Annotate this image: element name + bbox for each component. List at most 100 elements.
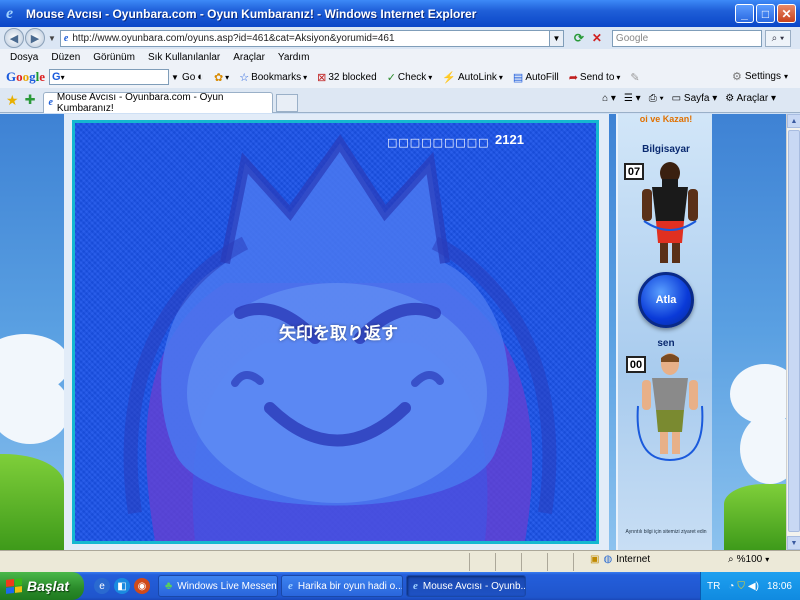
tray-icons: ◔ ⛉ ◀) bbox=[728, 581, 759, 592]
page-content: □□□□□□□□□ 2121 矢印を取り返す oi ve Kazan! Bilg… bbox=[0, 114, 786, 550]
menu-gorunum[interactable]: Görünüm bbox=[93, 52, 135, 63]
ie-quicklaunch-icon[interactable]: e bbox=[94, 578, 110, 594]
media-quicklaunch-icon[interactable]: ◉ bbox=[134, 578, 150, 594]
wrench-icon: ⚙ bbox=[731, 71, 742, 83]
bookmarks-button[interactable]: ☆ Bookmarks ▾ bbox=[239, 71, 307, 84]
windows-logo-icon bbox=[6, 578, 22, 594]
language-indicator[interactable]: TR bbox=[707, 581, 720, 592]
google-go-button[interactable]: Go ◐ bbox=[182, 71, 204, 83]
stop-icon: ✕ bbox=[591, 31, 602, 45]
toolbar-options-button[interactable]: ✿ ▾ bbox=[214, 71, 229, 84]
url-dropdown-icon[interactable]: ▼ bbox=[549, 29, 564, 47]
vertical-scrollbar[interactable]: ▲ ▼ bbox=[786, 114, 800, 550]
google-settings-button[interactable]: ⚙ Settings ▾ bbox=[732, 70, 788, 83]
send-to-button[interactable]: ➦ Send to ▾ bbox=[569, 71, 621, 84]
forward-button[interactable]: ▶ bbox=[25, 28, 45, 48]
google-logo: Google bbox=[6, 69, 46, 84]
globe-icon: ◍ bbox=[603, 554, 613, 565]
history-dropdown-icon[interactable]: ▼ bbox=[48, 34, 56, 43]
page-icon: e bbox=[63, 32, 69, 44]
task-mouse-avcisi[interactable]: e Mouse Avcısı - Oyunb... bbox=[406, 575, 526, 597]
security-zone[interactable]: ▣ ◍ Internet bbox=[590, 554, 650, 565]
grass-decoration bbox=[724, 484, 786, 550]
menu-favorites[interactable]: Sık Kullanılanlar bbox=[148, 52, 220, 63]
task-windows-live-messenger[interactable]: ♣ Windows Live Messen... bbox=[158, 575, 278, 597]
task-label: Mouse Avcısı - Oyunb... bbox=[422, 580, 526, 592]
clock: 18:06 bbox=[766, 580, 792, 592]
maximize-button[interactable]: □ bbox=[756, 4, 775, 23]
scroll-up-arrow-icon[interactable]: ▲ bbox=[787, 114, 800, 128]
jump-button[interactable]: Atla bbox=[638, 272, 694, 328]
url-input[interactable]: e http://www.oyunbara.com/oyuns.asp?id=4… bbox=[59, 29, 550, 47]
url-text: http://www.oyunbara.com/oyuns.asp?id=461… bbox=[72, 32, 395, 44]
autolink-button[interactable]: ⚡ AutoLink ▾ bbox=[442, 71, 503, 84]
search-go-button[interactable]: ⌕ ▾ bbox=[764, 29, 791, 47]
side-panel: oi ve Kazan! Bilgisayar 07 Atla sen 00 A… bbox=[616, 114, 712, 550]
messenger-icon: ♣ bbox=[165, 580, 173, 592]
autofill-button[interactable]: ▤ AutoFill bbox=[513, 71, 559, 84]
popup-blocker-button[interactable]: ⊠ 32 blocked bbox=[317, 71, 377, 84]
feeds-icon[interactable]: ☰ ▾ bbox=[624, 93, 641, 104]
window-titlebar[interactable]: e Mouse Avcısı - Oyunbara.com - Oyun Kum… bbox=[0, 0, 800, 27]
favorites-star-icon[interactable]: ★ bbox=[6, 92, 19, 109]
player-label: sen bbox=[657, 338, 675, 349]
add-favorites-icon[interactable]: ✚ bbox=[25, 92, 36, 108]
scrollbar-thumb[interactable] bbox=[788, 130, 800, 532]
window-title: Mouse Avcısı - Oyunbara.com - Oyun Kumba… bbox=[26, 6, 477, 21]
window-controls: _ □ ✕ bbox=[735, 4, 796, 23]
new-tab-button[interactable] bbox=[276, 94, 299, 112]
volume-icon[interactable]: ◀) bbox=[748, 581, 759, 592]
refresh-button[interactable]: ⟳ bbox=[570, 30, 588, 47]
highlighter-icon[interactable]: ✎ bbox=[630, 71, 639, 84]
computer-label: Bilgisayar bbox=[642, 144, 690, 155]
side-footer-text: Ayrıntılı bilgi için sitemizi ziyaret ed… bbox=[625, 529, 707, 535]
system-tray: TR ◔ ⛉ ◀) 18:06 bbox=[700, 572, 800, 600]
tab-mouse-avcisi[interactable]: e Mouse Avcısı - Oyunbara.com - Oyun Kum… bbox=[43, 91, 274, 114]
start-label: Başlat bbox=[27, 578, 70, 594]
zoom-control[interactable]: ⌕ %100 ▾ bbox=[728, 554, 769, 565]
menu-araclar[interactable]: Araçlar bbox=[233, 52, 265, 63]
send-icon: ➦ bbox=[568, 71, 578, 84]
game-message: 矢印を取り返す bbox=[279, 324, 398, 344]
start-button[interactable]: Başlat bbox=[0, 572, 84, 600]
game-canvas[interactable]: □□□□□□□□□ 2121 矢印を取り返す bbox=[72, 120, 599, 544]
page-menu-button[interactable]: ▭ Sayfa ▾ bbox=[672, 93, 718, 104]
tools-menu-button[interactable]: ⚙ Araçlar ▾ bbox=[725, 93, 776, 104]
google-search-input[interactable]: G ▾ bbox=[49, 69, 170, 85]
stop-button[interactable]: ✕ bbox=[588, 30, 606, 47]
google-g-icon: G bbox=[52, 71, 61, 83]
tabs-bar: ★ ✚ e Mouse Avcısı - Oyunbara.com - Oyun… bbox=[0, 88, 800, 114]
menu-bar: Dosya Düzen Görünüm Sık Kullanılanlar Ar… bbox=[0, 49, 800, 66]
home-icon[interactable]: ⌂ ▾ bbox=[602, 93, 616, 104]
ie-task-icon: e bbox=[288, 580, 293, 592]
search-input[interactable]: Google bbox=[611, 29, 762, 47]
autolink-icon: ⚡ bbox=[442, 71, 456, 84]
autofill-icon: ▤ bbox=[512, 71, 524, 84]
go-arrow-icon: ◐ bbox=[197, 71, 204, 83]
score-value: 2121 bbox=[495, 132, 524, 147]
network-icon[interactable]: ◔ bbox=[728, 581, 734, 592]
score-placeholder: □□□□□□□□□ bbox=[387, 136, 490, 149]
security-shield-icon[interactable]: ⛉ bbox=[737, 581, 745, 592]
print-icon[interactable]: ⎙ ▾ bbox=[649, 93, 664, 104]
google-search-dropdown-icon[interactable]: ▼ bbox=[171, 73, 179, 82]
zoom-dropdown-icon: ▾ bbox=[765, 555, 770, 564]
tab-page-icon: e bbox=[48, 97, 53, 108]
minimize-button[interactable]: _ bbox=[735, 4, 754, 23]
task-harika-bir-oyun[interactable]: e Harika bir oyun hadi o... bbox=[281, 575, 403, 597]
back-button[interactable]: ◀ bbox=[4, 28, 24, 48]
status-cell bbox=[496, 552, 522, 571]
menu-yardim[interactable]: Yardım bbox=[278, 52, 310, 63]
tab-label: Mouse Avcısı - Oyunbara.com - Oyun Kumba… bbox=[56, 91, 224, 114]
zoom-icon: ⌕ bbox=[728, 554, 734, 565]
spell-check-button[interactable]: ✓ Check ▾ bbox=[387, 71, 433, 84]
side-top-text: oi ve Kazan! bbox=[639, 114, 693, 124]
desktop-quicklaunch-icon[interactable]: ◧ bbox=[114, 578, 130, 594]
scroll-down-arrow-icon[interactable]: ▼ bbox=[787, 536, 800, 550]
computer-jumper-illustration bbox=[642, 162, 698, 263]
close-button[interactable]: ✕ bbox=[777, 4, 796, 23]
taskbar: Başlat e ◧ ◉ ♣ Windows Live Messen... e … bbox=[0, 572, 800, 600]
menu-dosya[interactable]: Dosya bbox=[10, 52, 38, 63]
quick-launch: e ◧ ◉ bbox=[94, 578, 150, 594]
menu-duzen[interactable]: Düzen bbox=[51, 52, 80, 63]
